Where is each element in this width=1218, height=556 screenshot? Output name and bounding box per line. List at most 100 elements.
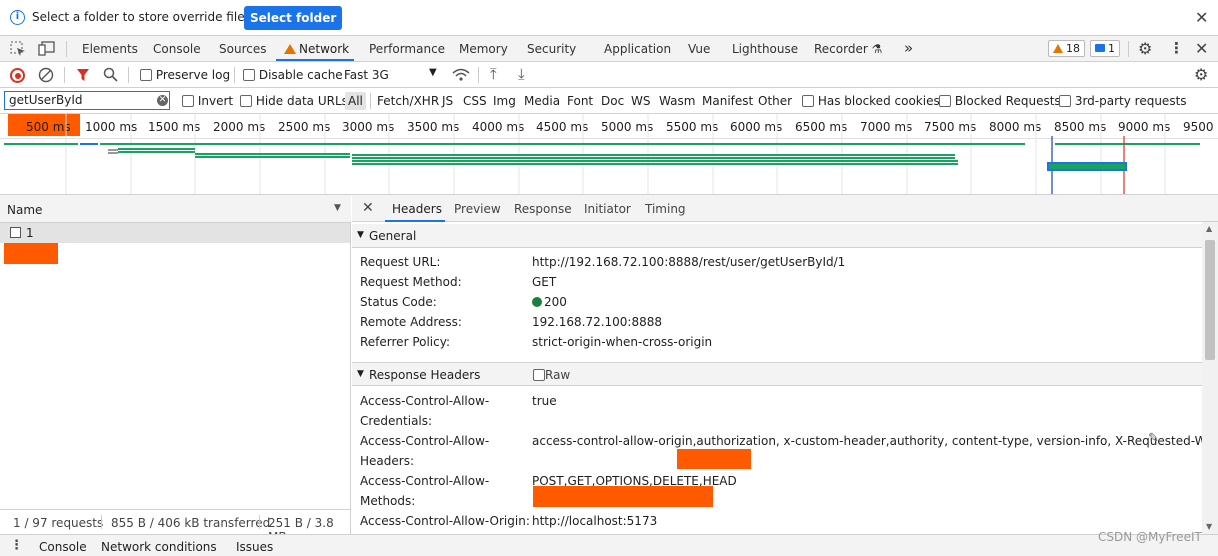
tab-security[interactable]: Security <box>527 42 576 56</box>
tab-vue[interactable]: Vue <box>688 42 710 56</box>
raw-checkbox[interactable]: Raw <box>533 368 570 382</box>
search-icon[interactable] <box>103 67 118 82</box>
header-key: Access-Control-Allow- <box>360 394 490 408</box>
tab-sources[interactable]: Sources <box>219 42 266 56</box>
close-icon[interactable]: ✕ <box>1195 8 1208 27</box>
tab-elements[interactable]: Elements <box>82 42 138 56</box>
settings-gear-icon[interactable]: ⚙ <box>1138 39 1152 58</box>
tab-initiator[interactable]: Initiator <box>584 202 631 216</box>
scroll-down-arrow-icon[interactable]: ▼ <box>1206 522 1212 531</box>
filter-type-fetch-xhr[interactable]: Fetch/XHR <box>377 94 439 108</box>
filter-icon[interactable] <box>76 68 90 82</box>
clear-icon[interactable] <box>38 67 54 83</box>
checkbox-icon <box>243 69 255 81</box>
filter-type-font[interactable]: Font <box>567 94 593 108</box>
tab-headers[interactable]: Headers <box>392 202 442 216</box>
redaction-block <box>4 243 58 264</box>
network-conditions-icon[interactable] <box>452 68 470 82</box>
table-row[interactable]: 1 <box>0 223 350 243</box>
tab-recorder[interactable]: Recorder ⚗ <box>814 42 882 56</box>
blocked-cookies-checkbox[interactable]: Has blocked cookies <box>802 94 940 108</box>
response-headers-section-header[interactable]: ▼ Response Headers Raw <box>352 362 1202 386</box>
record-stop-icon[interactable] <box>10 68 25 83</box>
details-tabbar: ✕ Headers Preview Response Initiator Tim… <box>352 195 1218 222</box>
tab-memory[interactable]: Memory <box>459 42 508 56</box>
invert-checkbox[interactable]: Invert <box>182 94 233 108</box>
scroll-up-arrow-icon[interactable]: ▲ <box>1206 224 1212 233</box>
drawer-menu-icon[interactable]: ⋮ <box>10 538 23 553</box>
filter-type-wasm[interactable]: Wasm <box>659 94 695 108</box>
tab-response[interactable]: Response <box>514 202 572 216</box>
header-value: http://localhost:5173 <box>532 514 658 528</box>
export-har-icon[interactable]: ⤓ <box>518 65 525 83</box>
tab-console[interactable]: Console <box>153 42 201 56</box>
messages-badge[interactable]: 1 <box>1090 40 1120 57</box>
filter-type-doc[interactable]: Doc <box>601 94 624 108</box>
active-tab-indicator <box>385 220 445 222</box>
redaction-block <box>677 449 751 469</box>
throttling-select[interactable]: Fast 3G ▼ <box>344 67 437 82</box>
filter-type-img[interactable]: Img <box>493 94 516 108</box>
network-overview-timeline[interactable]: 500 ms 1000 ms 1500 ms 2000 ms 2500 ms 3… <box>0 114 1218 195</box>
header-key: Access-Control-Allow-Origin: <box>360 514 530 528</box>
tab-preview[interactable]: Preview <box>454 202 501 216</box>
filter-type-css[interactable]: CSS <box>463 94 487 108</box>
waterfall-overview <box>4 114 1200 194</box>
drawer-tab-console[interactable]: Console <box>39 540 87 554</box>
general-title: General <box>369 229 417 243</box>
filter-type-ws[interactable]: WS <box>631 94 650 108</box>
tab-application[interactable]: Application <box>604 42 671 56</box>
preserve-log-label: Preserve log <box>155 68 231 82</box>
preserve-log-checkbox[interactable]: Preserve log <box>140 68 230 82</box>
import-har-icon[interactable]: ⤒ <box>490 65 497 83</box>
more-tabs-icon[interactable]: » <box>904 39 913 57</box>
kebab-menu-icon[interactable]: ⋮ <box>1169 39 1184 57</box>
drawer-tab-network-conditions[interactable]: Network conditions <box>101 540 217 554</box>
collapse-triangle-icon: ▼ <box>357 369 364 379</box>
header-value: true <box>532 394 557 408</box>
filter-type-media[interactable]: Media <box>524 94 560 108</box>
details-scrollbar[interactable]: ▲ ▼ <box>1202 222 1218 534</box>
sort-arrow-icon: ▼ <box>334 203 341 213</box>
blocked-requests-checkbox[interactable]: Blocked Requests <box>939 94 1061 108</box>
filter-type-other[interactable]: Other <box>758 94 792 108</box>
filter-input[interactable]: getUserById <box>4 91 170 110</box>
remote-address-key: Remote Address: <box>360 315 462 329</box>
disable-cache-checkbox[interactable]: Disable cache <box>243 68 343 82</box>
general-section-header[interactable]: ▼ General <box>352 224 1202 248</box>
name-column-header[interactable]: Name ▼ <box>0 195 351 223</box>
tab-network[interactable]: Network <box>284 42 349 56</box>
status-ok-dot-icon <box>532 297 542 307</box>
device-toolbar-icon[interactable] <box>38 41 56 56</box>
request-details: ✕ Headers Preview Response Initiator Tim… <box>352 195 1218 534</box>
checkbox-icon <box>802 95 814 107</box>
checkbox-icon <box>240 95 252 107</box>
tab-performance[interactable]: Performance <box>369 42 445 56</box>
tab-timing[interactable]: Timing <box>645 202 686 216</box>
header-key: Access-Control-Allow- <box>360 474 490 488</box>
scroll-thumb[interactable] <box>1205 240 1215 360</box>
throttle-value: Fast 3G <box>344 68 389 82</box>
network-settings-gear-icon[interactable]: ⚙ <box>1194 65 1208 84</box>
clear-filter-icon[interactable]: ✕ <box>157 95 168 106</box>
edit-pencil-icon[interactable]: ✎ <box>1148 431 1159 446</box>
filter-type-manifest[interactable]: Manifest <box>702 94 753 108</box>
tab-lighthouse[interactable]: Lighthouse <box>732 42 798 56</box>
third-party-checkbox[interactable]: 3rd-party requests <box>1059 94 1187 108</box>
drawer-tab-issues[interactable]: Issues <box>236 540 273 554</box>
close-details-icon[interactable]: ✕ <box>362 200 374 216</box>
messages-count: 1 <box>1108 42 1115 55</box>
hide-data-urls-checkbox[interactable]: Hide data URLs <box>240 94 348 108</box>
request-url-value: http://192.168.72.100:8888/rest/user/get… <box>532 255 846 269</box>
filter-type-all[interactable]: All <box>345 92 366 110</box>
inspect-element-icon[interactable] <box>10 41 26 56</box>
checkbox-icon <box>939 95 951 107</box>
select-folder-button[interactable]: Select folder <box>244 6 343 30</box>
network-toolbar: Preserve log Disable cache Fast 3G ▼ ⤒ ⤓ … <box>0 62 1218 88</box>
watermark: CSDN @MyFreeIT <box>1098 530 1202 544</box>
request-name: 1 <box>26 226 34 240</box>
remote-address-value: 192.168.72.100:8888 <box>532 315 663 329</box>
close-devtools-icon[interactable]: ✕ <box>1195 39 1208 58</box>
warnings-badge[interactable]: 18 <box>1048 40 1085 57</box>
filter-type-js[interactable]: JS <box>442 94 453 108</box>
